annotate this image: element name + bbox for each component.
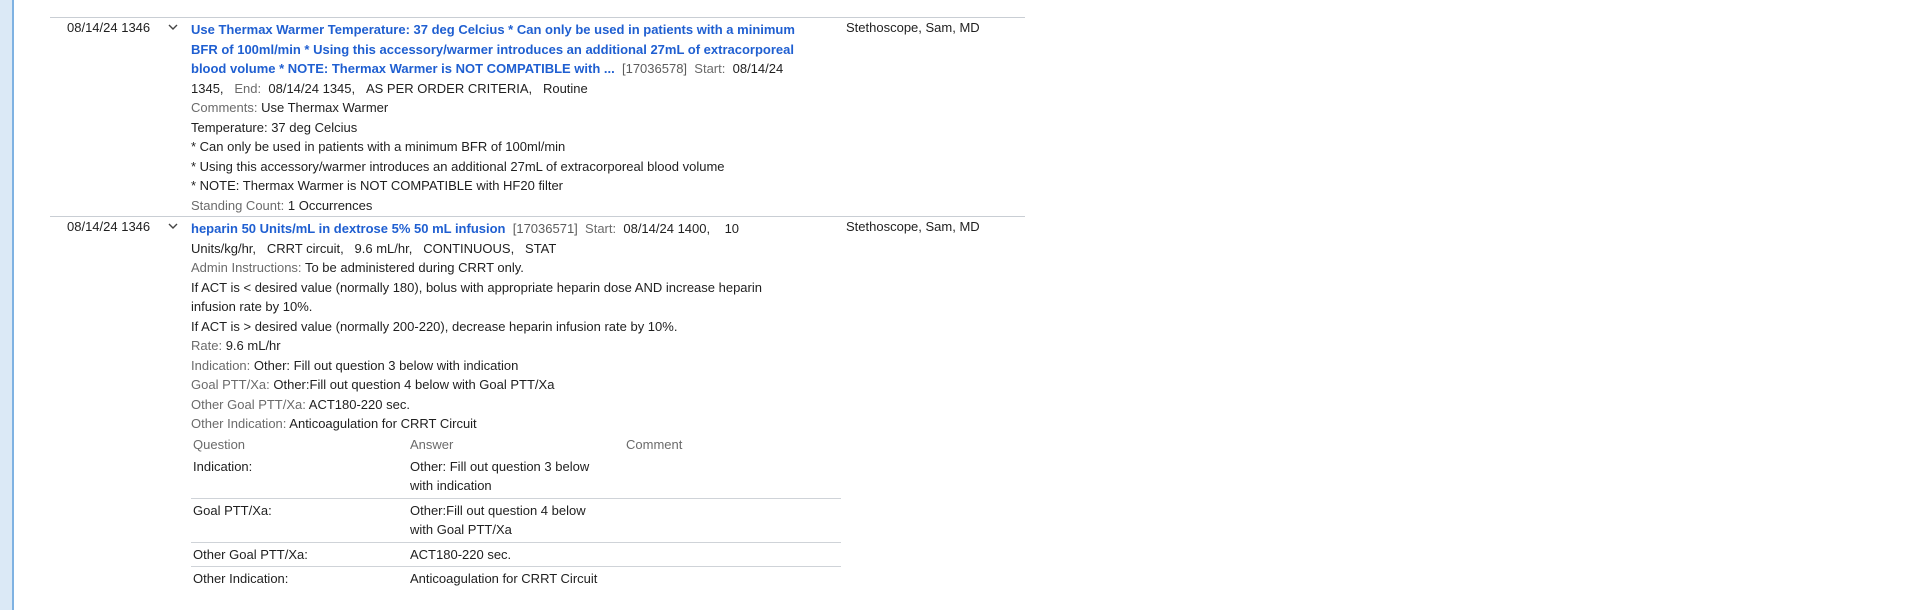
order-priority: Routine — [542, 80, 588, 96]
comment-cell — [626, 457, 841, 496]
end-label: End: — [234, 80, 262, 96]
order-details: heparin 50 Units/mL in dextrose 5% 50 mL… — [191, 219, 841, 591]
question-cell: Goal PTT/Xa: — [193, 502, 272, 518]
order-details: Use Thermax Warmer Temperature: 37 deg C… — [191, 20, 841, 215]
column-header-question: Question — [193, 436, 246, 452]
start-label: Start: — [694, 61, 726, 76]
other-indication-value: Anticoagulation for CRRT Circuit — [289, 416, 477, 431]
order-route: CRRT circuit, — [266, 240, 344, 256]
question-answer-table: Question Answer Comment Indication: Othe… — [191, 435, 841, 591]
order-frequency: CONTINUOUS, — [423, 240, 515, 256]
start-value-cont: 1345, — [191, 80, 224, 96]
rate-label: Rate: — [191, 338, 223, 353]
order-id: [17036571] — [512, 221, 578, 236]
chevron-down-icon[interactable] — [167, 21, 179, 33]
start-value: 08/14/24 1400, — [623, 221, 711, 236]
other-indication-label: Other Indication: — [191, 416, 287, 431]
answer-cell: Other:Fill out question 4 below with Goal… — [410, 502, 586, 538]
order-id: [17036578] — [621, 61, 688, 76]
order-priority: STAT — [525, 240, 557, 256]
detail-line: Temperature: 37 deg Celcius — [191, 119, 358, 135]
goal-ptt-value: Other:Fill out question 4 below with Goa… — [273, 377, 555, 392]
order-rate-inline: 9.6 mL/hr, — [354, 240, 413, 256]
row-divider — [50, 17, 1025, 18]
answer-cell: ACT180-220 sec. — [410, 546, 512, 562]
order-title-link[interactable]: Use Thermax Warmer Temperature: 37 deg C… — [191, 22, 795, 37]
detail-line: * NOTE: Thermax Warmer is NOT COMPATIBLE… — [191, 178, 564, 193]
comment-cell — [626, 569, 841, 589]
instruction-line: If ACT is < desired value (normally 180)… — [191, 279, 762, 295]
indication-value: Other: Fill out question 3 below with in… — [253, 357, 519, 373]
chevron-down-icon[interactable] — [167, 220, 179, 232]
row-divider — [50, 216, 1025, 217]
order-datetime: 08/14/24 1346 — [67, 219, 151, 234]
table-row: Goal PTT/Xa: Other:Fill out question 4 b… — [191, 499, 841, 543]
end-value: 08/14/24 1345, — [268, 80, 356, 96]
standing-count-label: Standing Count: — [191, 197, 285, 213]
indication-label: Indication: — [191, 357, 251, 373]
order-datetime: 08/14/24 1346 — [67, 20, 151, 35]
table-row: Other Goal PTT/Xa: ACT180-220 sec. — [191, 543, 841, 567]
other-goal-ptt-label: Other Goal PTT/Xa: — [191, 396, 306, 412]
column-header-answer: Answer — [410, 436, 454, 452]
answer-cell: Other: Fill out question 3 below with ind… — [410, 458, 590, 494]
table-row: Other Indication: Anticoagulation for CR… — [191, 567, 841, 591]
other-goal-ptt-value: ACT180-220 sec. — [308, 396, 410, 412]
comments-label: Comments: — [191, 100, 258, 115]
detail-line: * Using this accessory/warmer introduces… — [191, 158, 725, 174]
rate-value: 9.6 mL/hr — [225, 338, 281, 353]
table-header: Question Answer Comment — [191, 435, 841, 455]
admin-instructions-label: Admin Instructions: — [191, 260, 302, 275]
order-title-link[interactable]: BFR of 100ml/min * Using this accessory/… — [191, 42, 794, 57]
order-criteria: AS PER ORDER CRITERIA, — [365, 80, 533, 96]
question-cell: Other Indication: — [193, 571, 289, 586]
admin-instructions-value: To be administered during CRRT only. — [304, 260, 524, 275]
ordering-provider: Stethoscope, Sam, MD — [846, 219, 980, 234]
instruction-line: infusion rate by 10%. — [191, 299, 313, 314]
table-row: Indication: Other: Fill out question 3 b… — [191, 455, 841, 499]
dose-unit: Units/kg/hr, — [191, 240, 257, 256]
question-cell: Indication: — [193, 458, 253, 474]
instruction-line: If ACT is > desired value (normally 200-… — [191, 318, 678, 334]
start-value: 08/14/24 — [732, 61, 784, 76]
question-cell: Other Goal PTT/Xa: — [193, 546, 308, 562]
comment-cell — [626, 501, 841, 540]
ordering-provider: Stethoscope, Sam, MD — [846, 20, 980, 35]
comments-value: Use Thermax Warmer — [261, 100, 389, 115]
order-title-link[interactable]: blood volume * NOTE: Thermax Warmer is N… — [191, 61, 615, 76]
start-label: Start: — [585, 221, 617, 236]
comment-cell — [626, 545, 841, 565]
column-header-comment: Comment — [626, 436, 683, 452]
detail-line: * Can only be used in patients with a mi… — [191, 139, 566, 154]
goal-ptt-label: Goal PTT/Xa: — [191, 377, 270, 392]
answer-cell: Anticoagulation for CRRT Circuit — [410, 571, 598, 586]
dose-value: 10 — [724, 221, 740, 236]
standing-count-value: 1 Occurrences — [287, 197, 373, 213]
order-title-link[interactable]: heparin 50 Units/mL in dextrose 5% 50 mL… — [191, 221, 506, 236]
left-scroll-rail — [0, 0, 14, 610]
